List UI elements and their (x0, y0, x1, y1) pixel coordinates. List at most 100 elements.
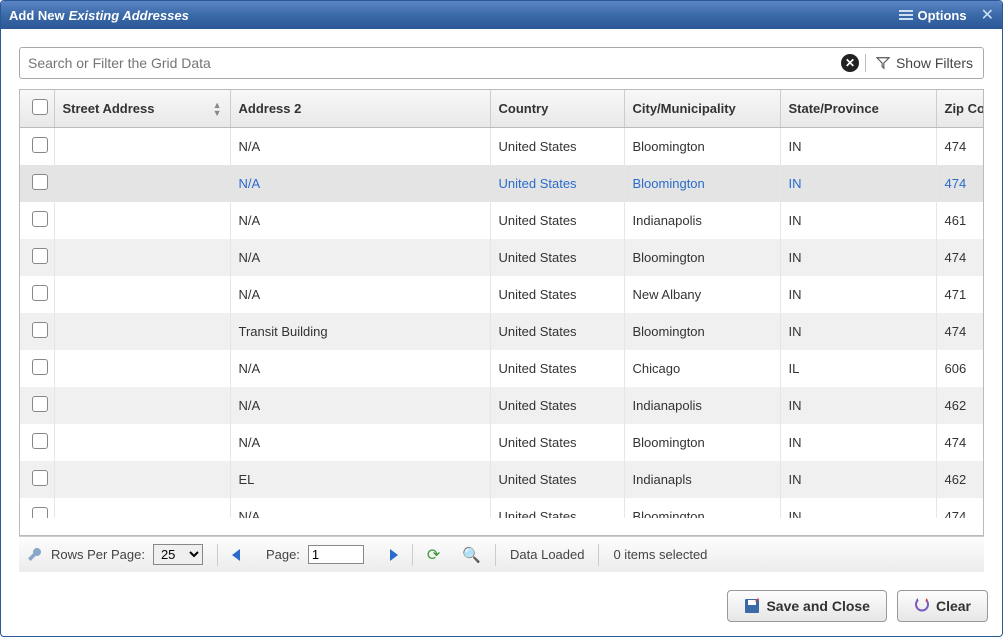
page-input[interactable] (308, 545, 364, 564)
pager-bar: Rows Per Page: 25 Page: ⟳ 🔍 Data Loaded … (19, 536, 984, 572)
cell-country: United States (490, 276, 624, 313)
cell-country: United States (490, 350, 624, 387)
cell-country: United States (490, 313, 624, 350)
row-checkbox[interactable] (32, 507, 48, 518)
cell-state: IN (780, 202, 936, 239)
grid-body-scroll[interactable]: N/AUnited StatesBloomingtonIN474N/AUnite… (20, 128, 984, 518)
search-input[interactable] (26, 54, 841, 72)
header-checkbox[interactable] (20, 90, 54, 128)
header-city[interactable]: City/Municipality (624, 90, 780, 128)
rows-per-page-select[interactable]: 25 (153, 544, 203, 565)
cell-street (54, 387, 230, 424)
clear-button[interactable]: Clear (897, 590, 988, 622)
row-checkbox[interactable] (32, 470, 48, 486)
cell-zip: 474 (936, 313, 984, 350)
header-state[interactable]: State/Province (780, 90, 936, 128)
cell-zip: 461 (936, 202, 984, 239)
header-country[interactable]: Country (490, 90, 624, 128)
table-row[interactable]: N/AUnited StatesBloomingtonIN474 (20, 239, 984, 276)
table-row[interactable]: N/AUnited StatesBloomingtonIN474 (20, 128, 984, 165)
refresh-icon[interactable]: ⟳ (427, 545, 440, 565)
table-row[interactable]: N/AUnited StatesBloomingtonIN474 (20, 424, 984, 461)
filter-bar: ✕ Show Filters (19, 47, 984, 79)
row-checkbox[interactable] (32, 396, 48, 412)
cell-addr2: N/A (230, 350, 490, 387)
save-and-close-button[interactable]: Save and Close (727, 590, 887, 622)
clear-search-icon[interactable]: ✕ (841, 54, 859, 72)
cell-addr2: N/A (230, 387, 490, 424)
sort-icon: ▲▼ (213, 101, 222, 117)
cell-country: United States (490, 128, 624, 165)
cell-street (54, 350, 230, 387)
cell-zip: 474 (936, 498, 984, 518)
close-icon[interactable]: ✕ (981, 5, 994, 25)
table-row[interactable]: N/AUnited StatesBloomingtonIN474 (20, 165, 984, 202)
cell-state: IN (780, 498, 936, 518)
header-zip[interactable]: Zip Code (936, 90, 984, 128)
cell-addr2: N/A (230, 424, 490, 461)
table-row[interactable]: N/AUnited StatesIndianapolisIN462 (20, 387, 984, 424)
row-checkbox[interactable] (32, 359, 48, 375)
page-label: Page: (266, 547, 300, 562)
cell-city: New Albany (624, 276, 780, 313)
row-checkbox[interactable] (32, 248, 48, 264)
cell-zip: 474 (936, 424, 984, 461)
cell-state: IN (780, 313, 936, 350)
row-checkbox[interactable] (32, 285, 48, 301)
header-addr2[interactable]: Address 2 (230, 90, 490, 128)
cell-country: United States (490, 498, 624, 518)
cell-zip: 474 (936, 165, 984, 202)
cell-city: Bloomington (624, 498, 780, 518)
prev-page-button[interactable] (232, 549, 240, 561)
cell-city: Bloomington (624, 165, 780, 202)
cell-city: Indianapolis (624, 387, 780, 424)
cell-street (54, 424, 230, 461)
show-filters-button[interactable]: Show Filters (866, 55, 983, 71)
cell-addr2: N/A (230, 239, 490, 276)
cell-street (54, 498, 230, 518)
row-checkbox[interactable] (32, 211, 48, 227)
cell-zip: 471 (936, 276, 984, 313)
wrench-icon[interactable] (27, 547, 43, 563)
table-row[interactable]: N/AUnited StatesChicagoIL606 (20, 350, 984, 387)
cell-country: United States (490, 239, 624, 276)
cell-state: IN (780, 387, 936, 424)
table-row[interactable]: ELUnited StatesIndianaplsIN462 (20, 461, 984, 498)
cell-city: Bloomington (624, 313, 780, 350)
row-checkbox[interactable] (32, 174, 48, 190)
save-icon (744, 598, 760, 614)
select-all-checkbox[interactable] (32, 99, 48, 115)
save-and-close-label: Save and Close (766, 598, 870, 614)
pager-status: Data Loaded (510, 547, 584, 562)
next-page-button[interactable] (390, 549, 398, 561)
clear-label: Clear (936, 598, 971, 614)
funnel-icon (876, 56, 890, 70)
table-row[interactable]: N/AUnited StatesNew AlbanyIN471 (20, 276, 984, 313)
cell-zip: 606 (936, 350, 984, 387)
table-row[interactable]: Transit BuildingUnited StatesBloomington… (20, 313, 984, 350)
show-filters-label: Show Filters (896, 55, 973, 71)
cell-street (54, 461, 230, 498)
table-row[interactable]: N/AUnited StatesIndianapolisIN461 (20, 202, 984, 239)
zoom-icon[interactable]: 🔍 (462, 546, 481, 564)
cell-street (54, 128, 230, 165)
title-prefix: Add New (9, 8, 65, 23)
cell-street (54, 239, 230, 276)
footer: Save and Close Clear (1, 580, 1002, 636)
cell-addr2: Transit Building (230, 313, 490, 350)
options-icon (899, 8, 913, 22)
cell-country: United States (490, 461, 624, 498)
cell-state: IN (780, 276, 936, 313)
row-checkbox[interactable] (32, 433, 48, 449)
clear-icon (914, 598, 930, 614)
header-street[interactable]: Street Address▲▼ (54, 90, 230, 128)
row-checkbox[interactable] (32, 322, 48, 338)
cell-country: United States (490, 202, 624, 239)
cell-addr2: N/A (230, 498, 490, 518)
options-button[interactable]: Options (899, 8, 966, 23)
row-checkbox[interactable] (32, 137, 48, 153)
cell-city: Chicago (624, 350, 780, 387)
dialog-window: Add New Existing Addresses Options ✕ ✕ S… (0, 0, 1003, 637)
table-row[interactable]: N/AUnited StatesBloomingtonIN474 (20, 498, 984, 518)
cell-zip: 474 (936, 239, 984, 276)
